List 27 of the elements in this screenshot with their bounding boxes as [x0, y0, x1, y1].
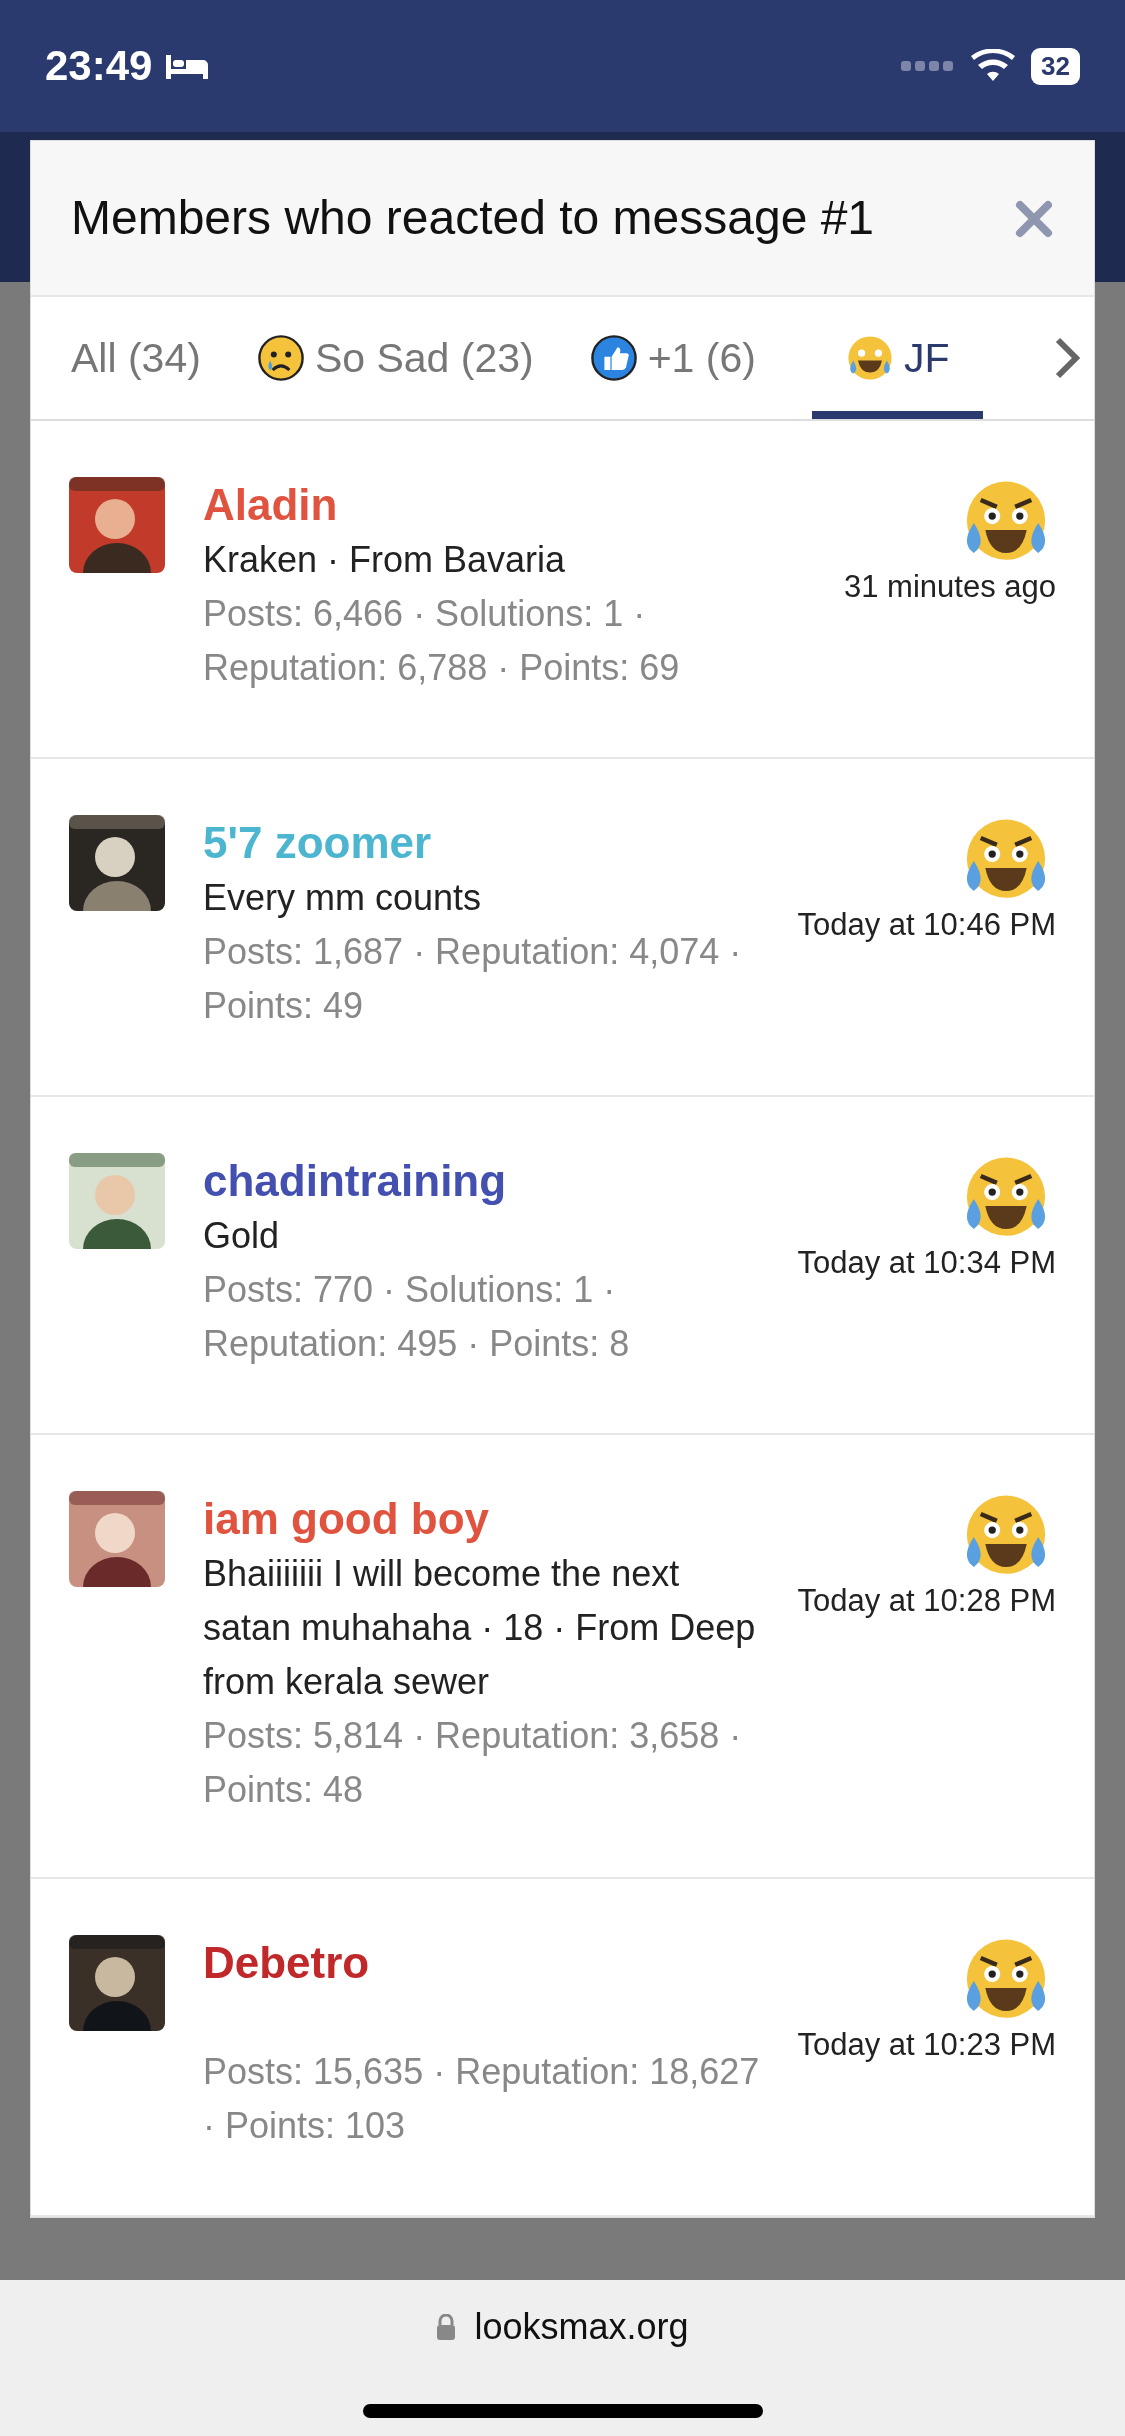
reaction-time: Today at 10:34 PM	[797, 1245, 1056, 1281]
clock: 23:49	[45, 42, 153, 90]
member-stats: Posts: 6,466 · Solutions: 1 · Reputation: 6,788 · Points: 69	[203, 592, 681, 690]
member-name[interactable]: chadintraining	[203, 1153, 776, 1209]
member-name[interactable]: Debetro	[203, 1935, 776, 1991]
member-stats: Posts: 770 · Solutions: 1 · Reputation: 495 · Points: 8	[203, 1268, 631, 1366]
reaction-tab[interactable]: So Sad (23)	[256, 297, 534, 419]
reaction-time: Today at 10:23 PM	[797, 2027, 1056, 2063]
member-stats: Posts: 1,687 · Reputation: 4,074 · Points: 49	[203, 930, 743, 1028]
reaction-time: Today at 10:28 PM	[797, 1583, 1056, 1619]
member-name[interactable]: iam good boy	[203, 1491, 776, 1547]
member-stats: Posts: 5,814 · Reputation: 3,658 · Points: 48	[203, 1714, 743, 1812]
member-stats: Posts: 15,635 · Reputation: 18,627 · Points: 103	[203, 2050, 761, 2148]
member-name[interactable]: Aladin	[203, 477, 776, 533]
reaction-time: 31 minutes ago	[844, 569, 1056, 605]
member-title: Kraken · From Bavaria	[203, 538, 567, 582]
member-title: Gold	[203, 1214, 281, 1258]
battery-icon: 32	[1031, 47, 1080, 85]
reaction-tab[interactable]: +1 (6)	[589, 297, 756, 419]
dialog-title: Members who reacted to message #1	[71, 190, 876, 246]
member-title: Every mm counts	[203, 876, 483, 920]
reaction-tab[interactable]: JF	[811, 297, 984, 419]
reaction-tab[interactable]: All (34)	[71, 297, 201, 419]
member-name[interactable]: 5'7 zoomer	[203, 815, 776, 871]
member-title: Bhaiiiiiii I will become the next satan muhahaha · 18 · From Deep from kerala sewer	[203, 1552, 757, 1704]
url-text[interactable]: looksmax.org	[474, 2306, 689, 2348]
reaction-time: Today at 10:46 PM	[797, 907, 1056, 943]
